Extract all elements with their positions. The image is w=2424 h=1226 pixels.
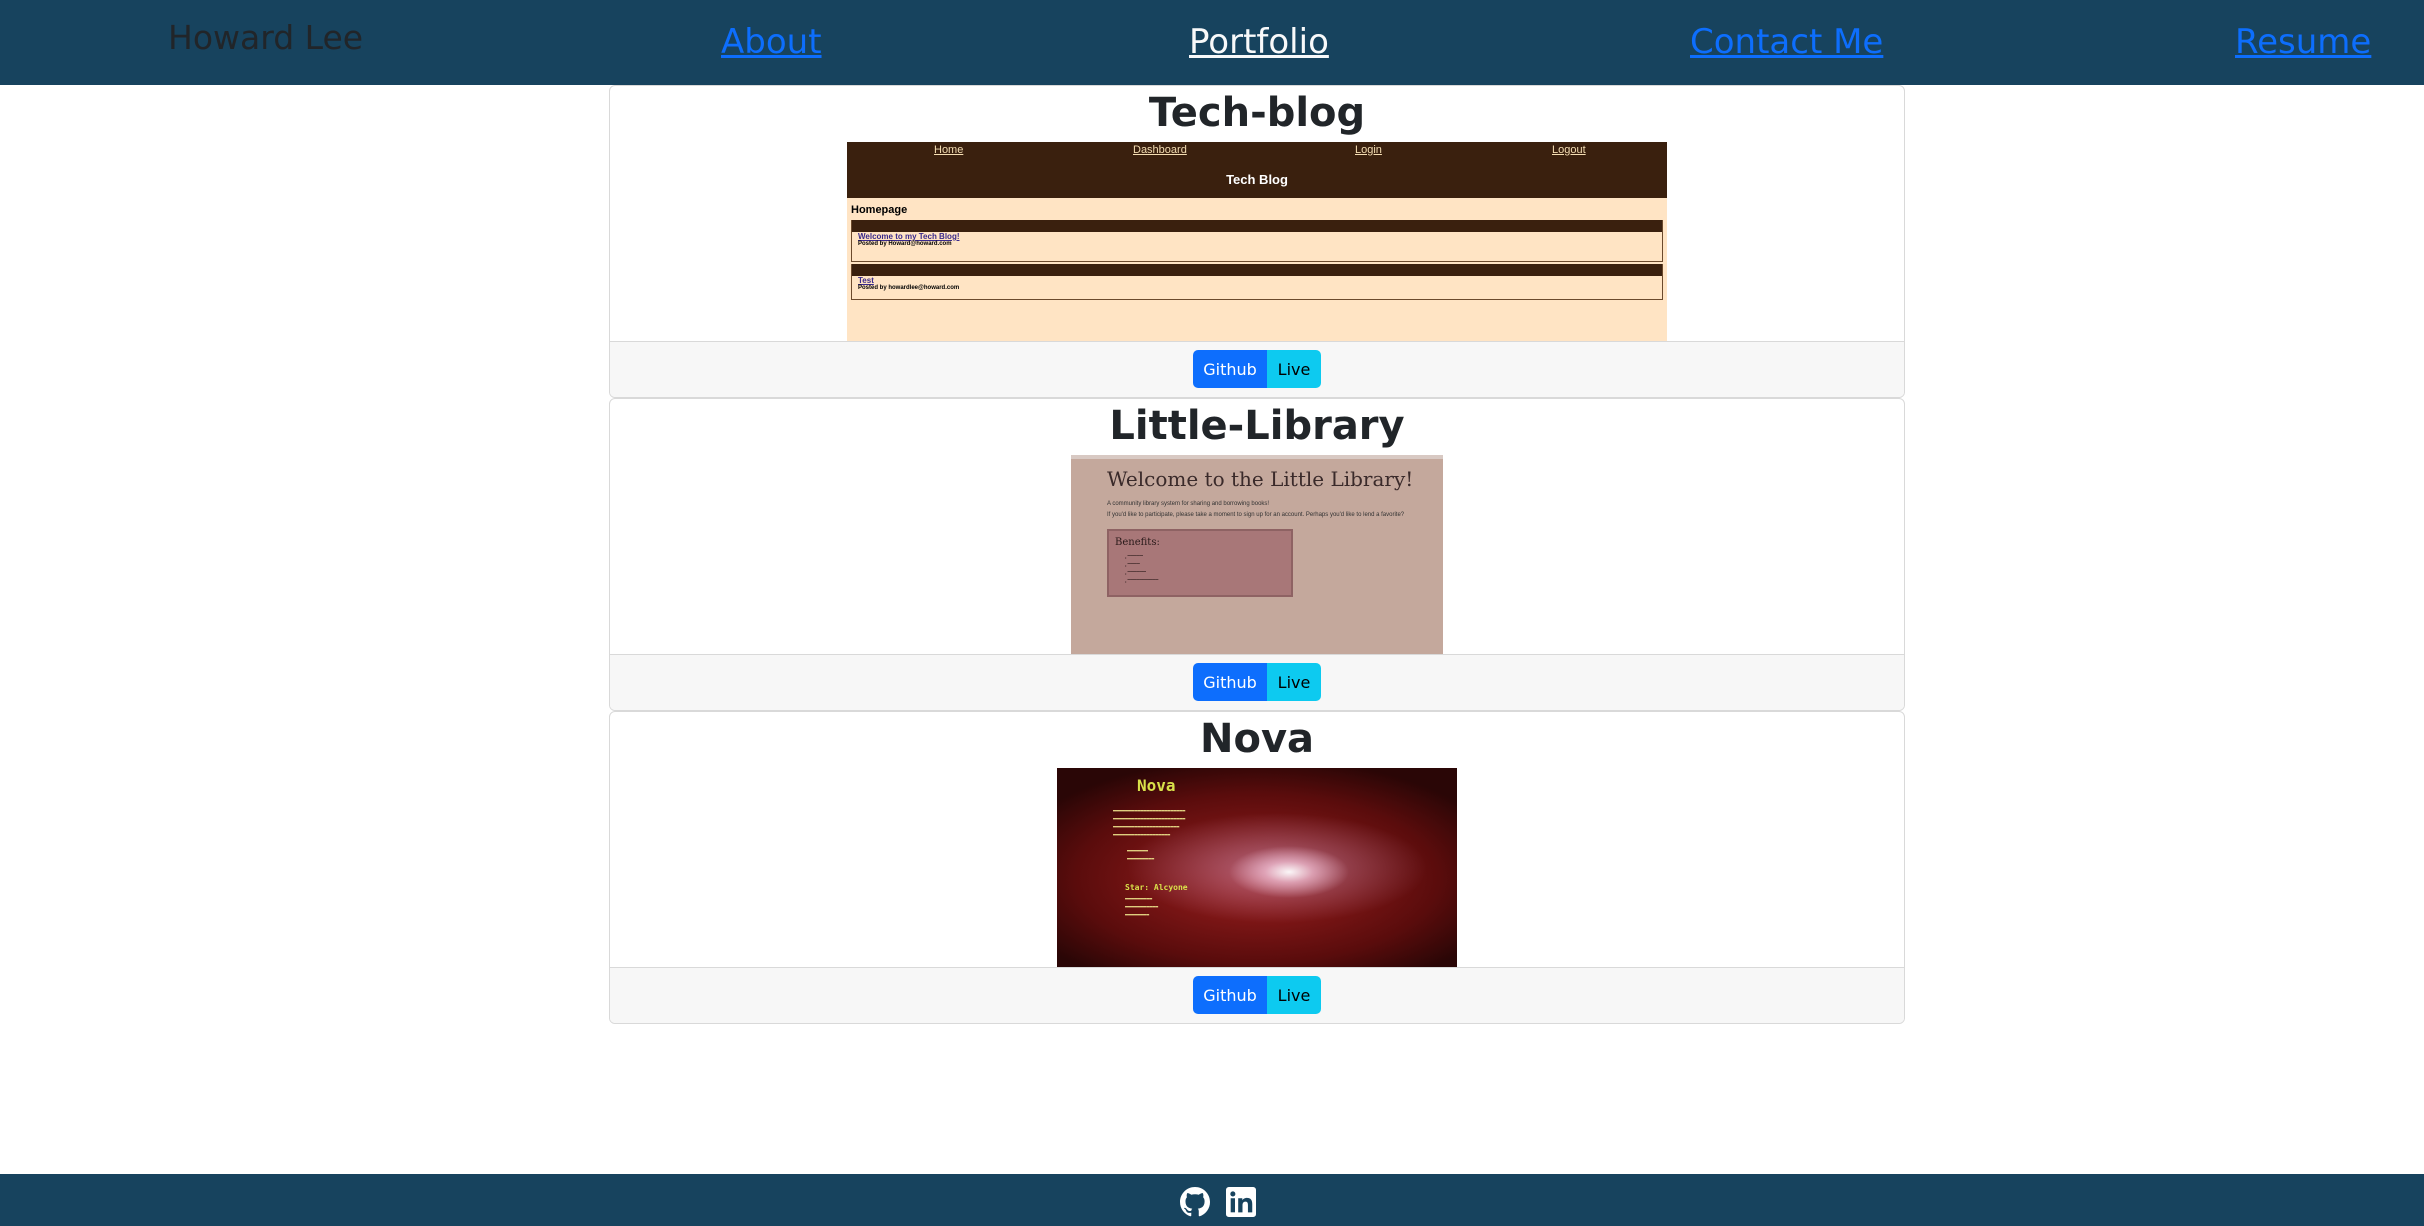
live-button[interactable]: Live bbox=[1267, 663, 1321, 701]
live-button[interactable]: Live bbox=[1267, 976, 1321, 1014]
preview-title: Nova bbox=[1137, 776, 1176, 795]
nav-portfolio-link[interactable]: Portfolio bbox=[1189, 22, 1329, 62]
preview-post-title: Test bbox=[858, 276, 874, 285]
linkedin-icon[interactable] bbox=[1226, 1187, 1256, 1217]
project-screenshot-nova: Nova ▬▬▬▬▬▬▬▬▬▬▬▬▬▬▬▬▬▬▬▬▬▬▬▬ ▬▬▬▬▬▬▬▬▬▬… bbox=[1057, 768, 1457, 968]
project-card-nova: Nova Nova ▬▬▬▬▬▬▬▬▬▬▬▬▬▬▬▬▬▬▬▬▬▬▬▬ ▬▬▬▬▬… bbox=[609, 711, 1905, 1024]
nav-resume-link[interactable]: Resume bbox=[2235, 22, 2371, 62]
brand-name: Howard Lee bbox=[168, 18, 364, 57]
preview-nav-link: Logout bbox=[1552, 144, 1586, 156]
project-screenshot-little-library: Welcome to the Little Library! A communi… bbox=[1071, 455, 1443, 655]
preview-post-author: Posted by Howard@howard.com bbox=[858, 241, 952, 247]
project-title: Nova bbox=[1199, 716, 1315, 762]
navbar: Howard Lee About Portfolio Contact Me Re… bbox=[0, 0, 2424, 85]
preview-box-title: Benefits: bbox=[1115, 537, 1160, 548]
project-title: Tech-blog bbox=[1148, 90, 1366, 136]
preview-post-author: Posted by howardlee@howard.com bbox=[858, 285, 960, 291]
preview-post-header bbox=[852, 220, 1662, 232]
github-icon[interactable] bbox=[1180, 1187, 1210, 1217]
card-footer: Github Live bbox=[610, 341, 1904, 397]
preview-navbar: Home Dashboard Login Logout Tech Blog bbox=[847, 142, 1667, 198]
preview-heading: Homepage bbox=[851, 204, 908, 216]
preview-nav-link: Dashboard bbox=[1133, 144, 1187, 156]
card-footer: Github Live bbox=[610, 967, 1904, 1023]
project-title: Little-Library bbox=[1109, 403, 1405, 449]
github-button[interactable]: Github bbox=[1193, 350, 1267, 388]
preview-post: Welcome to my Tech Blog! Posted by Howar… bbox=[851, 220, 1663, 262]
project-card-little-library: Little-Library Welcome to the Little Lib… bbox=[609, 398, 1905, 711]
preview-post-header bbox=[852, 264, 1662, 276]
github-button[interactable]: Github bbox=[1193, 976, 1267, 1014]
preview-nav-link: Login bbox=[1355, 144, 1382, 156]
footer bbox=[0, 1174, 2424, 1226]
preview-benefits-box: Benefits: • ▔▔▔▔▔ • ▔▔▔▔ • ▔▔▔▔▔▔ • ▔▔▔▔… bbox=[1107, 529, 1293, 597]
project-screenshot-tech-blog: Home Dashboard Login Logout Tech Blog Ho… bbox=[847, 142, 1667, 342]
preview-site-title: Tech Blog bbox=[1226, 172, 1288, 187]
project-card-tech-blog: Tech-blog Home Dashboard Login Logout Te… bbox=[609, 85, 1905, 398]
card-footer: Github Live bbox=[610, 654, 1904, 710]
preview-post-title: Welcome to my Tech Blog! bbox=[858, 232, 960, 241]
preview-text: A community library system for sharing a… bbox=[1107, 501, 1270, 507]
preview-post: Test Posted by howardlee@howard.com bbox=[851, 264, 1663, 300]
live-button[interactable]: Live bbox=[1267, 350, 1321, 388]
preview-text: If you'd like to participate, please tak… bbox=[1107, 512, 1405, 518]
preview-nav-link: Home bbox=[934, 144, 964, 156]
preview-heading: Welcome to the Little Library! bbox=[1107, 467, 1414, 491]
preview-star-label: Star: Alcyone bbox=[1125, 883, 1188, 892]
nav-about-link[interactable]: About bbox=[721, 22, 822, 62]
github-button[interactable]: Github bbox=[1193, 663, 1267, 701]
nav-contact-link[interactable]: Contact Me bbox=[1690, 22, 1883, 62]
